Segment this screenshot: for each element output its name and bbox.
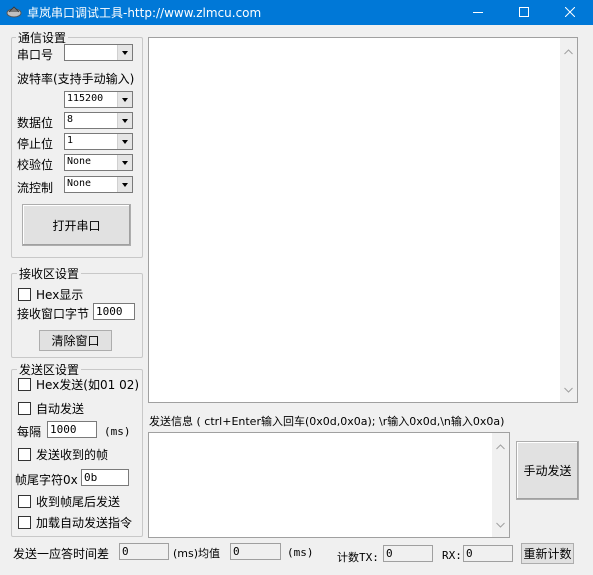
reset-count-button[interactable]: 重新计数 [521, 543, 574, 564]
open-port-button[interactable]: 打开串口 [22, 204, 131, 246]
window-bytes-input[interactable]: 1000 [93, 303, 135, 320]
hex-display-label: Hex显示 [36, 288, 84, 302]
load-auto-cmds-checkbox[interactable] [18, 516, 31, 529]
interval-label: 每隔 [17, 425, 42, 439]
app-icon [6, 5, 22, 19]
flow-select[interactable]: None [64, 176, 133, 193]
window-bytes-label: 接收窗口字节 [17, 307, 90, 321]
stopbits-select[interactable]: 1 [64, 133, 133, 150]
response-time-label: 发送一应答时间差 [13, 547, 110, 561]
chevron-down-icon [117, 113, 132, 128]
chevron-down-icon [117, 45, 132, 60]
minimize-button[interactable] [455, 0, 501, 25]
chevron-down-icon [117, 155, 132, 170]
window-title: 卓岚串口调试工具-http://www.zlmcu.com [27, 6, 262, 20]
databits-select[interactable]: 8 [64, 112, 133, 129]
baud-label: 波特率(支持手动输入) [17, 72, 135, 86]
chevron-down-icon [117, 177, 132, 192]
hex-send-label: Hex发送(如01 02) [36, 378, 140, 392]
scroll-up-icon[interactable] [564, 44, 573, 58]
frame-tail-input[interactable]: 0b [81, 469, 129, 486]
manual-send-button[interactable]: 手动发送 [516, 441, 579, 500]
avg-field: 0 [230, 543, 281, 560]
baud-select[interactable]: 115200 [64, 91, 133, 108]
parity-label: 校验位 [17, 158, 54, 172]
maximize-icon [519, 6, 529, 20]
echo-frame-label: 发送收到的帧 [36, 448, 109, 462]
maximize-button[interactable] [501, 0, 547, 25]
rx-count-field: 0 [463, 545, 513, 562]
close-button[interactable] [547, 0, 593, 25]
port-label: 串口号 [17, 48, 54, 62]
send-after-tail-checkbox[interactable] [18, 495, 31, 508]
send-textarea[interactable] [148, 432, 510, 538]
load-auto-cmds-label: 加载自动发送指令 [36, 516, 133, 530]
chevron-down-icon [117, 92, 132, 107]
parity-select[interactable]: None [64, 154, 133, 171]
chevron-down-icon [117, 134, 132, 149]
ms-label: (ms) [287, 546, 314, 559]
interval-input[interactable]: 1000 [47, 421, 97, 438]
send-scrollbar[interactable] [492, 433, 509, 537]
response-time-field: 0 [119, 543, 169, 560]
auto-send-label: 自动发送 [36, 402, 85, 416]
send-info-hint: 发送信息 ( ctrl+Enter输入回车(0x0d,0x0a); \r输入0x… [149, 415, 505, 428]
send-after-tail-label: 收到帧尾后发送 [36, 495, 121, 509]
databits-label: 数据位 [17, 116, 54, 130]
tx-count-field: 0 [383, 545, 433, 562]
minimize-icon [473, 6, 483, 20]
rx-label: RX: [442, 549, 462, 562]
scroll-down-icon[interactable] [564, 382, 573, 396]
scroll-up-icon[interactable] [496, 439, 505, 453]
receive-textarea[interactable] [148, 37, 578, 403]
hex-send-checkbox[interactable] [18, 378, 31, 391]
recv-settings-title: 接收区设置 [17, 265, 82, 282]
flow-label: 流控制 [17, 181, 54, 195]
interval-unit: (ms) [104, 425, 131, 438]
auto-send-checkbox[interactable] [18, 402, 31, 415]
hex-display-checkbox[interactable] [18, 288, 31, 301]
close-icon [564, 6, 576, 20]
frame-tail-label: 帧尾字符0x [15, 473, 78, 487]
comm-settings-title: 通信设置 [16, 29, 69, 46]
scroll-down-icon[interactable] [496, 517, 505, 531]
stopbits-label: 停止位 [17, 137, 54, 151]
client-area: 通信设置 串口号 波特率(支持手动输入) 115200 数据位 8 停止位 1 … [0, 25, 593, 575]
port-select[interactable] [64, 44, 133, 61]
receive-scrollbar[interactable] [560, 38, 577, 402]
title-bar: 卓岚串口调试工具-http://www.zlmcu.com [0, 0, 593, 25]
avg-label: (ms)均值 [173, 547, 221, 560]
clear-window-button[interactable]: 清除窗口 [39, 330, 112, 351]
echo-frame-checkbox[interactable] [18, 448, 31, 461]
tx-label: 计数TX: [337, 551, 379, 564]
